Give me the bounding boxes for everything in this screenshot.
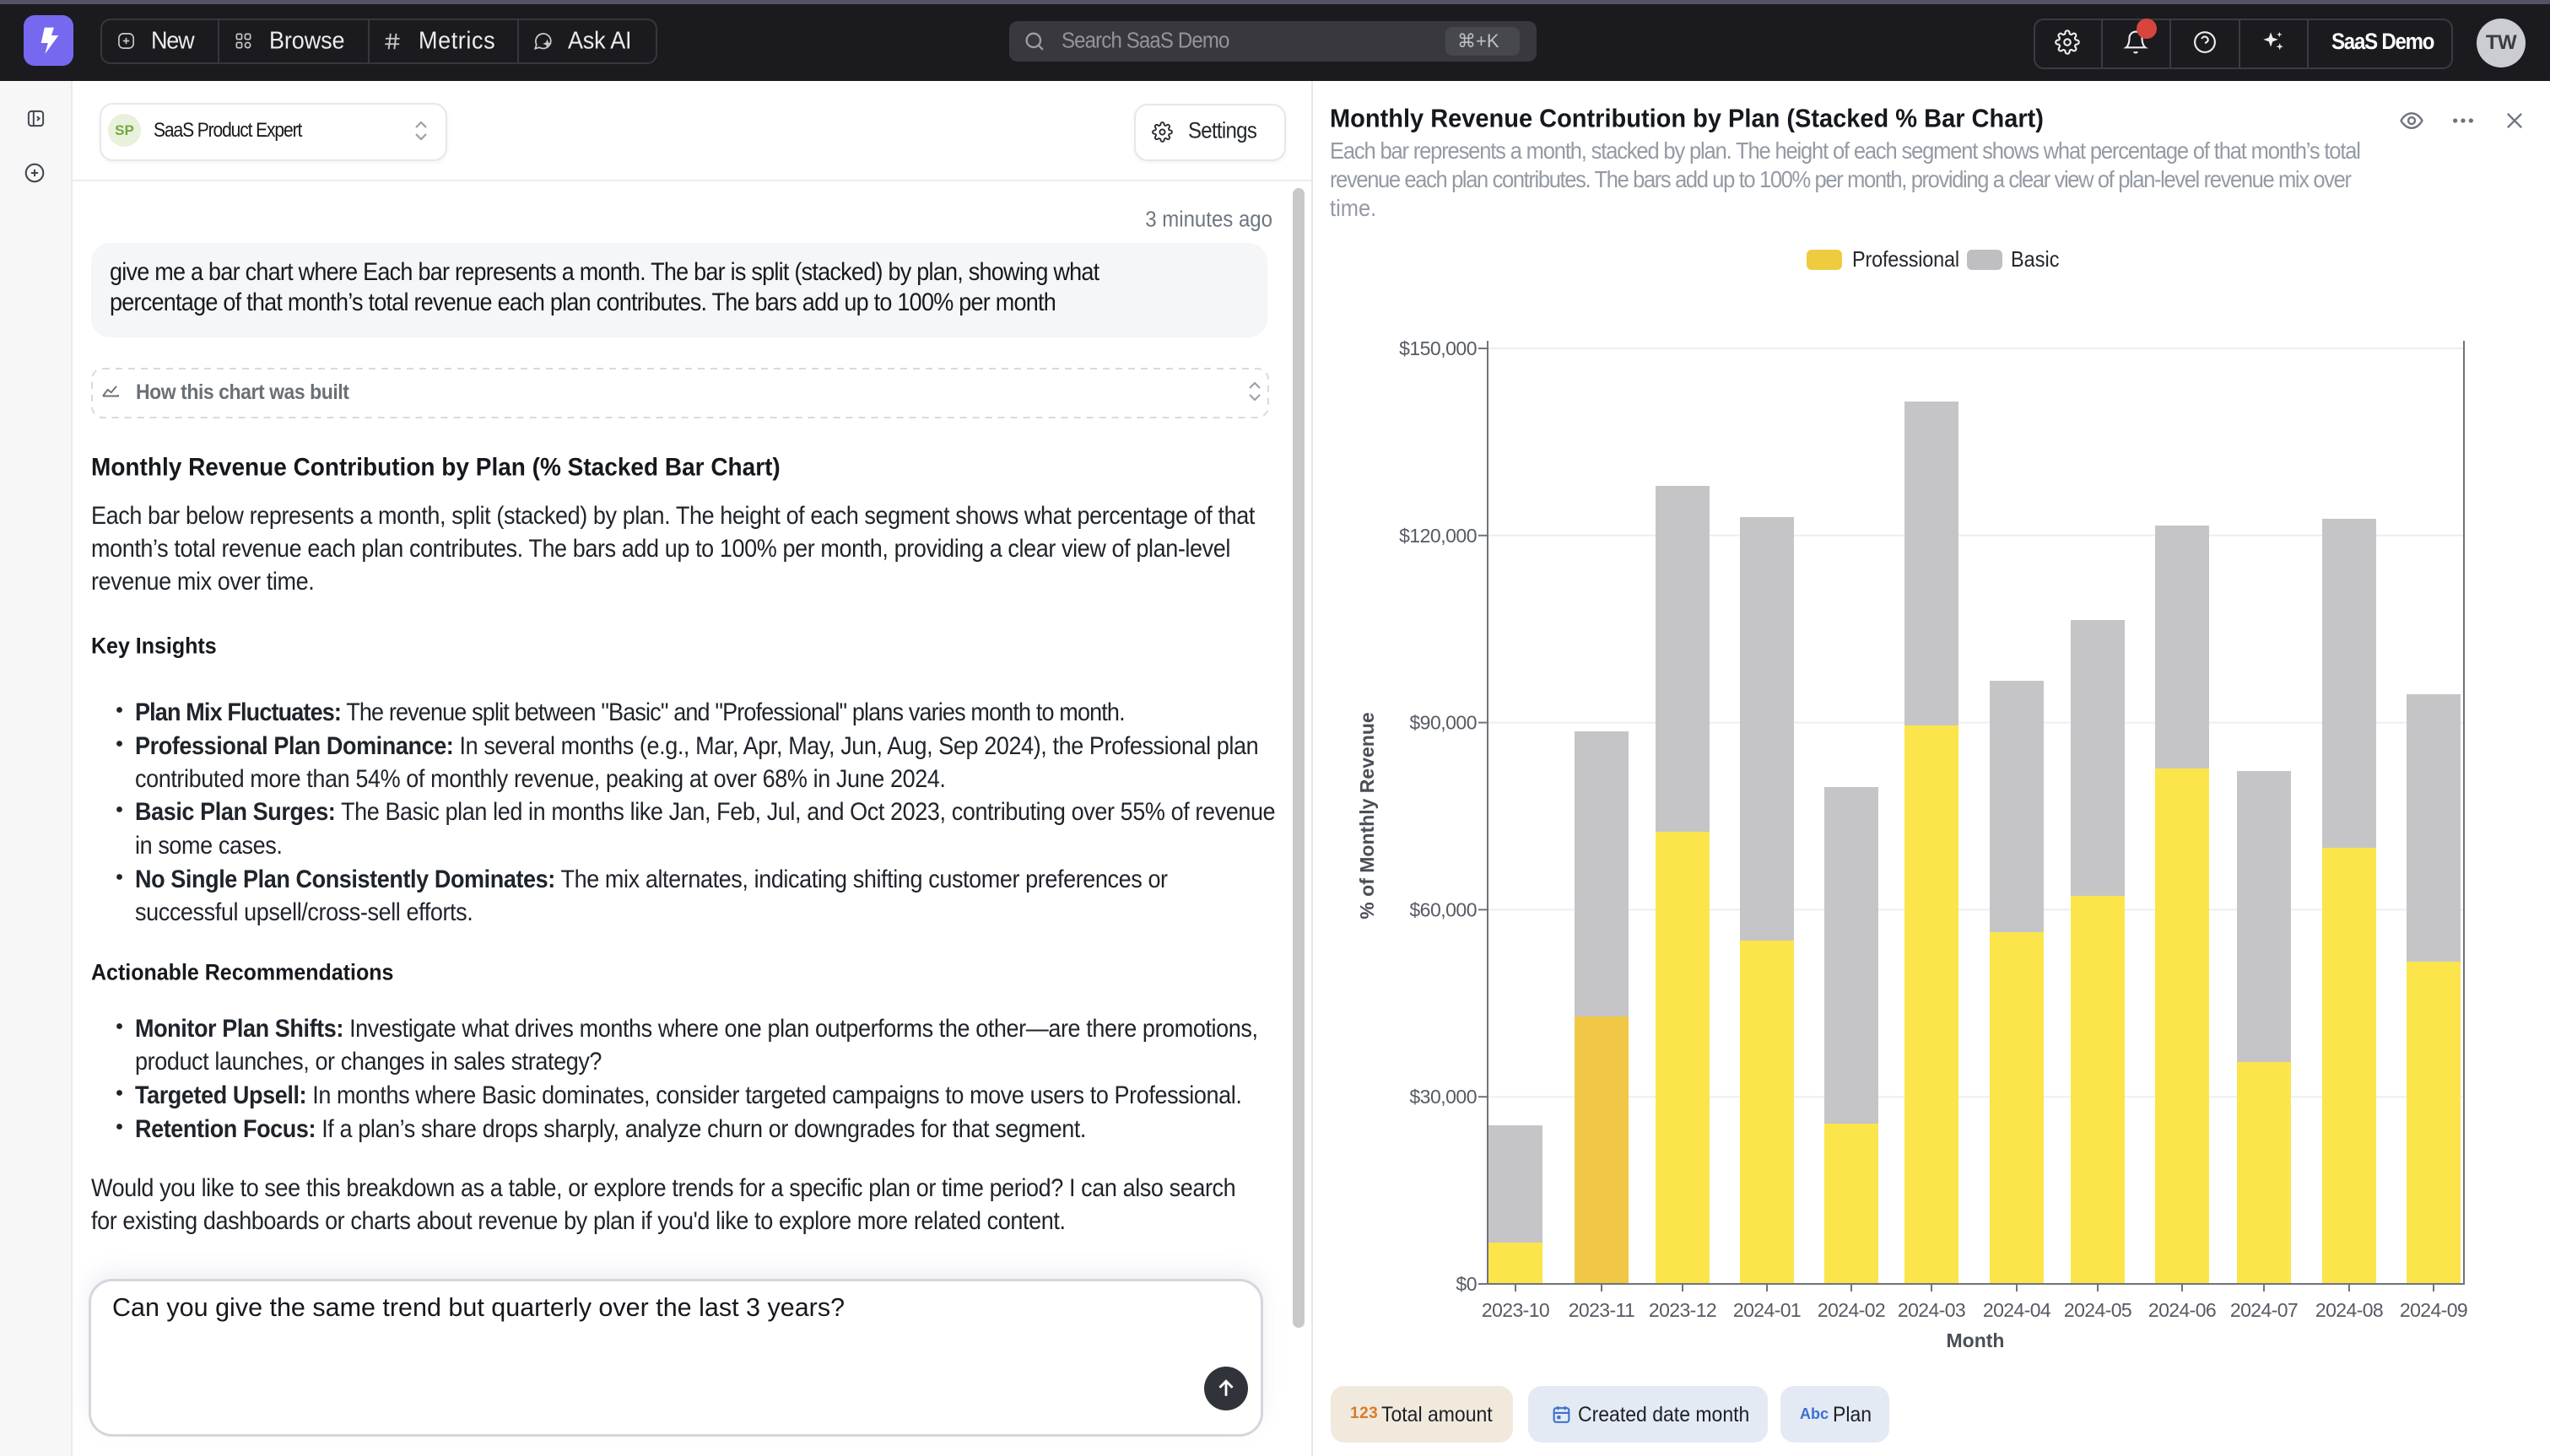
svg-text:$30,000: $30,000	[1409, 1086, 1477, 1108]
svg-text:$150,000: $150,000	[1399, 337, 1477, 359]
svg-text:2024-07: 2024-07	[2230, 1299, 2298, 1321]
svg-text:$120,000: $120,000	[1399, 525, 1477, 547]
svg-text:$90,000: $90,000	[1409, 712, 1477, 734]
svg-text:Month: Month	[1947, 1329, 2005, 1351]
svg-text:% of Monthly Revenue: % of Monthly Revenue	[1356, 712, 1378, 919]
svg-text:2024-06: 2024-06	[2148, 1299, 2216, 1321]
svg-text:2023-10: 2023-10	[1482, 1299, 1549, 1321]
svg-text:2023-11: 2023-11	[1569, 1299, 1635, 1321]
svg-text:2024-01: 2024-01	[1733, 1299, 1801, 1321]
svg-text:2024-02: 2024-02	[1818, 1299, 1885, 1321]
svg-text:2024-08: 2024-08	[2315, 1299, 2383, 1321]
svg-text:$60,000: $60,000	[1409, 898, 1477, 920]
svg-text:$0: $0	[1456, 1273, 1477, 1295]
svg-text:2023-12: 2023-12	[1649, 1299, 1716, 1321]
svg-text:2024-04: 2024-04	[1983, 1299, 2051, 1321]
svg-text:2024-03: 2024-03	[1898, 1299, 1965, 1321]
svg-text:2024-05: 2024-05	[2064, 1299, 2131, 1321]
svg-text:2024-09: 2024-09	[2400, 1299, 2467, 1321]
